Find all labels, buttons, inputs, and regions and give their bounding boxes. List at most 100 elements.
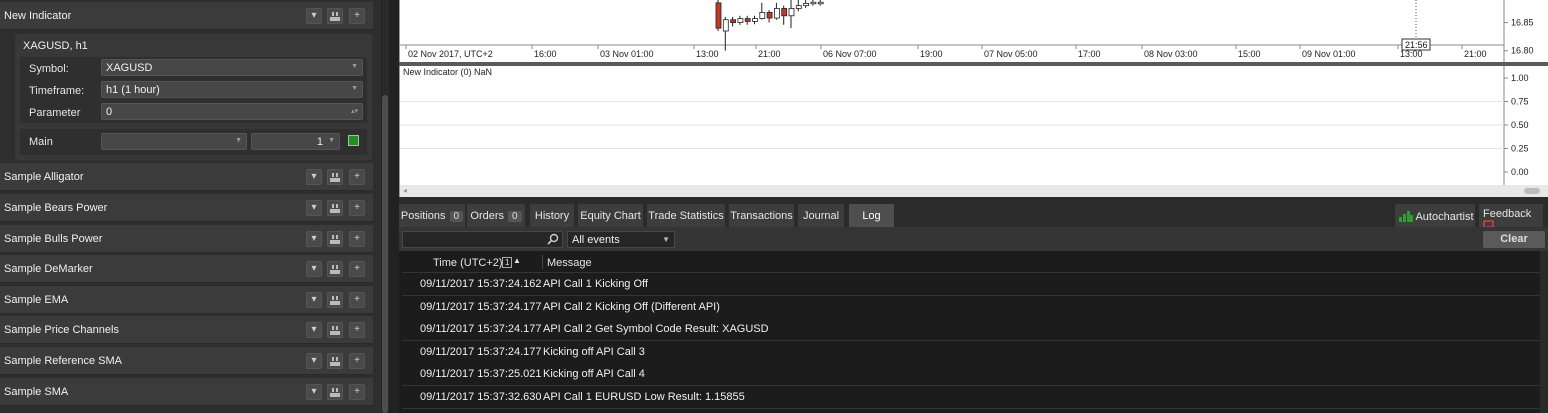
price-chart[interactable]: 16.85 16.80 02 Nov 2017, UTC+2 16:00 03 Nov … (399, 0, 1548, 62)
tab-equity-chart[interactable]: Equity Chart (578, 204, 643, 227)
chevron-down-icon[interactable]: ▾ (306, 169, 322, 185)
copy-icon[interactable] (327, 261, 343, 277)
tab-label: Positions (400, 210, 446, 222)
copy-icon[interactable] (327, 8, 343, 24)
log-row[interactable]: 09/11/2017 15:37:24.162 API Call 1 Kickin… (402, 273, 1540, 296)
log-table: Time (UTC+2) 1 ▲ Message 09/11/2017 15:3… (399, 251, 1548, 413)
add-icon[interactable]: + (349, 8, 365, 24)
scrollbar-thumb[interactable] (382, 95, 388, 413)
indicator-row[interactable]: Sample Bulls Power ▾ + (0, 225, 373, 253)
copy-icon[interactable] (327, 169, 343, 185)
main-label: Main (29, 136, 53, 148)
indicator-row[interactable]: Sample SMA ▾ + (0, 378, 373, 406)
indicator-row-new-indicator[interactable]: New Indicator ▾ + (0, 2, 373, 30)
scroll-left-icon[interactable]: ◂ (403, 186, 407, 195)
add-icon[interactable]: + (349, 261, 365, 277)
tab-orders[interactable]: Orders 0 (467, 204, 525, 227)
sort-order-badge: 1 (502, 257, 513, 268)
log-row[interactable]: 09/11/2017 15:37:32.630 API Call 1 EURUSD… (402, 386, 1540, 409)
stepper-icon[interactable]: ▴▾ (351, 107, 358, 115)
candle-body (730, 19, 737, 23)
log-message: API Call 1 Kicking Off (543, 278, 648, 290)
search-icon[interactable] (547, 233, 559, 245)
feedback-button[interactable]: Feedback (1479, 204, 1543, 231)
chevron-down-icon[interactable]: ▾ (306, 322, 322, 338)
line-style-select[interactable]: ▼ (101, 133, 247, 150)
tab-transactions[interactable]: Transactions (729, 204, 794, 227)
chevron-down-icon[interactable]: ▾ (306, 200, 322, 216)
tab-log[interactable]: Log (849, 204, 894, 227)
indicator-panel: New Indicator ▾ + XAGUSD, h1 Symbol: XAG… (0, 0, 381, 413)
add-icon[interactable]: + (349, 231, 365, 247)
column-divider[interactable] (542, 255, 543, 269)
indicator-row[interactable]: Sample Alligator ▾ + (0, 163, 373, 191)
copy-icon[interactable] (327, 384, 343, 400)
copy-icon[interactable] (327, 322, 343, 338)
tab-label: History (534, 210, 570, 222)
parameter-stepper[interactable]: 0 ▴▾ (101, 103, 363, 120)
indicator-row[interactable]: Sample EMA ▾ + (0, 286, 373, 314)
log-scrollbar[interactable] (1540, 251, 1548, 413)
add-icon[interactable]: + (349, 169, 365, 185)
count-badge: 0 (508, 211, 522, 222)
param-row-parameter: Parameter 0 ▴▾ (20, 101, 367, 123)
time-tick-label: 21:00 (1464, 49, 1487, 59)
tab-trade-statistics[interactable]: Trade Statistics (647, 204, 725, 227)
log-message: API Call 2 Kicking Off (Different API) (543, 300, 720, 313)
chevron-down-icon[interactable]: ▾ (306, 292, 322, 308)
indicator-row[interactable]: Sample DeMarker ▾ + (0, 255, 373, 283)
add-icon[interactable]: + (349, 322, 365, 338)
feedback-label: Feedback (1483, 208, 1532, 220)
time-tick-label: 13:00 (696, 49, 719, 59)
add-icon[interactable]: + (349, 384, 365, 400)
log-row[interactable]: 09/11/2017 15:37:24.177 API Call 2 Kickin… (402, 295, 1540, 319)
scrollbar-thumb[interactable] (1524, 188, 1540, 194)
tab-history[interactable]: History (530, 204, 574, 227)
chevron-down-icon[interactable]: ▾ (306, 231, 322, 247)
indicator-row[interactable]: Sample Bears Power ▾ + (0, 194, 373, 222)
events-filter-select[interactable]: All events ▼ (567, 231, 675, 248)
chevron-down-icon[interactable]: ▾ (306, 261, 322, 277)
search-input[interactable] (402, 231, 563, 248)
chart-horizontal-scrollbar[interactable]: ◂ (399, 185, 1548, 197)
chevron-down-icon[interactable]: ▾ (306, 353, 322, 369)
column-header-time[interactable]: Time (UTC+2) (433, 257, 503, 269)
color-swatch[interactable] (348, 135, 359, 146)
tab-label: Orders (470, 210, 505, 222)
autochartist-icon (1399, 211, 1413, 222)
sort-ascending-icon[interactable]: ▲ (513, 256, 521, 265)
indicator-row[interactable]: Sample Reference SMA ▾ + (0, 347, 373, 375)
value-tick-label: 0.75 (1511, 97, 1529, 107)
symbol-select[interactable]: XAGUSD ▼ (101, 59, 363, 76)
time-tick-label: 07 Nov 05:00 (984, 49, 1038, 59)
chevron-down-icon[interactable]: ▾ (306, 384, 322, 400)
log-row[interactable]: 09/11/2017 15:37:24.177 Kicking off API C… (402, 340, 1540, 364)
time-tick-label: 08 Nov 03:00 (1144, 49, 1198, 59)
copy-icon[interactable] (327, 292, 343, 308)
tab-positions[interactable]: Positions 0 (399, 204, 465, 227)
copy-icon[interactable] (327, 231, 343, 247)
tab-label: Trade Statistics (648, 210, 724, 222)
count-badge: 0 (449, 211, 464, 222)
chevron-down-icon[interactable]: ▾ (306, 8, 322, 24)
add-icon[interactable]: + (349, 292, 365, 308)
timeframe-select[interactable]: h1 (1 hour) ▼ (101, 81, 363, 98)
clear-button[interactable]: Clear (1483, 231, 1545, 248)
tab-label: Log (862, 210, 881, 222)
copy-icon[interactable] (327, 353, 343, 369)
column-header-message[interactable]: Message (547, 257, 592, 269)
indicator-label: Sample SMA (4, 386, 69, 398)
log-row[interactable]: 09/11/2017 15:37:25.021 Kicking off API C… (402, 363, 1540, 387)
splitter[interactable] (389, 0, 399, 413)
autochartist-button[interactable]: Autochartist (1395, 204, 1475, 227)
add-icon[interactable]: + (349, 353, 365, 369)
add-icon[interactable]: + (349, 200, 365, 216)
indicator-pane[interactable]: 1.00 0.75 0.50 0.25 0.00 New Indicator (0) Na… (399, 66, 1548, 185)
log-row[interactable]: 09/11/2017 15:37:24.177 API Call 2 Get Sy… (402, 318, 1540, 342)
tab-journal[interactable]: Journal (798, 204, 844, 227)
copy-icon[interactable] (327, 200, 343, 216)
param-label: Timeframe: (29, 85, 85, 97)
indicator-row[interactable]: Sample Price Channels ▾ + (0, 316, 373, 344)
log-message: API Call 2 Get Symbol Code Result: XAGUS… (543, 323, 769, 336)
thickness-select[interactable]: 1 ▼ (251, 133, 340, 150)
